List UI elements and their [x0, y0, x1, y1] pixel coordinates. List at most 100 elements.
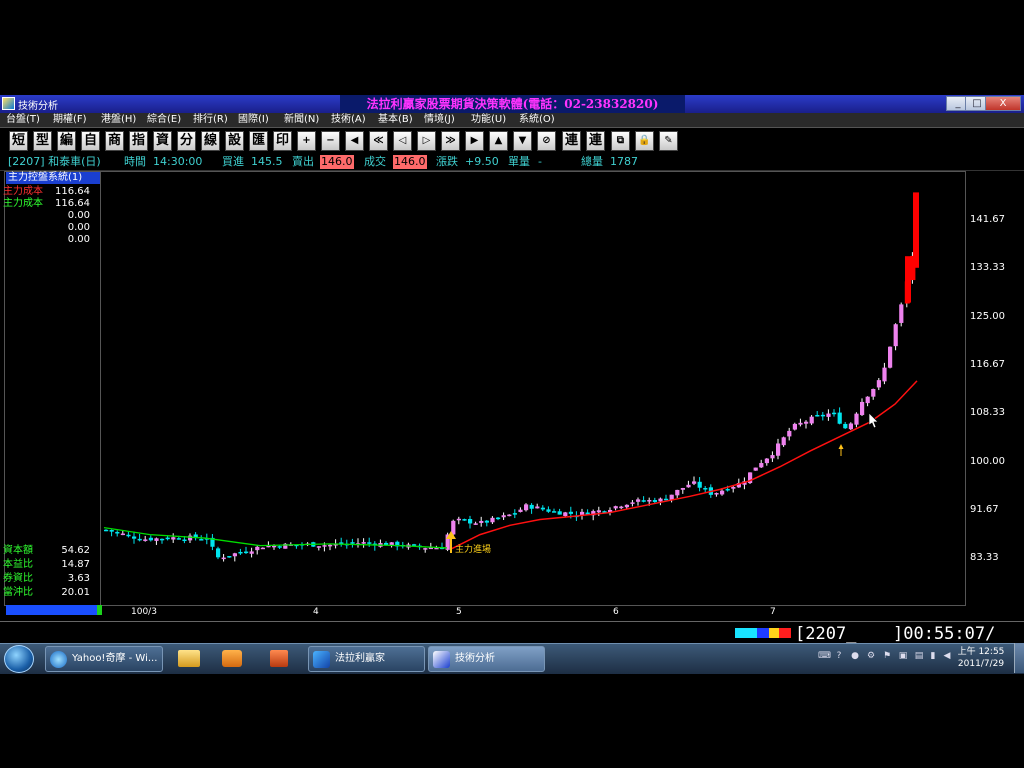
- status-led-yellow: [769, 628, 779, 638]
- tool-icon[interactable]: ✎: [659, 131, 678, 151]
- fast-right-button[interactable]: ≫: [441, 131, 460, 151]
- ask-label: 賣出: [292, 155, 314, 168]
- window-title: 技術分析: [18, 101, 58, 112]
- menu-item-options[interactable]: 期權(F): [53, 113, 87, 127]
- tray-app-icon[interactable]: ●: [850, 651, 860, 661]
- menu-item-hk[interactable]: 港盤(H): [101, 113, 136, 127]
- data-button[interactable]: 資: [153, 131, 172, 151]
- settings-tray-icon[interactable]: ⚙: [866, 651, 876, 661]
- fast-left-button[interactable]: ≪: [369, 131, 388, 151]
- keyboard-icon[interactable]: ⌨: [818, 651, 831, 661]
- pin-app[interactable]: [262, 647, 296, 671]
- bid-value: 145.5: [251, 155, 283, 168]
- down-button[interactable]: ▼: [513, 131, 532, 151]
- menu-item-basic[interactable]: 基本(B): [378, 113, 413, 127]
- task-yahoo-browser[interactable]: Yahoo!奇摩 - Wi...: [45, 646, 163, 672]
- system-clock[interactable]: 上午 12:55 2011/7/29: [955, 646, 1007, 670]
- deal-label: 成交: [364, 155, 386, 168]
- zoom-in-button[interactable]: +: [297, 131, 316, 151]
- step-left-button[interactable]: ◁: [393, 131, 412, 151]
- task-label: 法拉利贏家: [335, 653, 385, 664]
- stock-name[interactable]: [2207] 和泰車(日): [8, 155, 101, 169]
- deal-value: 146.0: [393, 155, 427, 169]
- ie-icon: [50, 651, 67, 668]
- change-label: 漲跌: [436, 155, 458, 168]
- cancel-button[interactable]: ⊘: [537, 131, 556, 151]
- indicator-button[interactable]: 指: [129, 131, 148, 151]
- scroll-indicator[interactable]: [6, 605, 102, 615]
- zoom-out-button[interactable]: −: [321, 131, 340, 151]
- line-button[interactable]: 線: [201, 131, 220, 151]
- custom-button[interactable]: 自: [81, 131, 100, 151]
- menu-item-news[interactable]: 新聞(N): [284, 113, 319, 127]
- help-icon[interactable]: ?: [834, 651, 844, 661]
- minute-button[interactable]: 分: [177, 131, 196, 151]
- link-button[interactable]: 連: [562, 131, 581, 151]
- y-tick-label: 91.67: [970, 504, 999, 515]
- volume-icon[interactable]: ◀: [942, 651, 952, 661]
- task-ferrari-winner[interactable]: 法拉利贏家: [308, 646, 425, 672]
- lock-icon[interactable]: 🔒: [635, 131, 654, 151]
- flag-icon[interactable]: ⚑: [882, 651, 892, 661]
- menu-item-ranking[interactable]: 排行(R): [193, 113, 228, 127]
- show-desktop-button[interactable]: [1014, 643, 1024, 673]
- stat-label: 券資比: [3, 573, 33, 584]
- status-led-blue: [757, 628, 769, 638]
- tray-device-icon[interactable]: ▣: [898, 651, 908, 661]
- folder-icon: [178, 650, 200, 667]
- pin-explorer[interactable]: [172, 647, 206, 671]
- y-tick-label: 100.00: [970, 456, 1005, 467]
- toolbar: 短 型 編 自 商 指 資 分 線 設 匯 印 + − ◀ ≪ ◁ ▷ ≫ ▶ …: [0, 128, 1024, 154]
- pin-media[interactable]: [215, 647, 249, 671]
- tray-monitor-icon[interactable]: ▤: [914, 651, 924, 661]
- scroll-right-button[interactable]: ▶: [465, 131, 484, 151]
- x-tick-label: 5: [456, 607, 462, 617]
- indicator-row-label: 主力成本: [3, 198, 43, 209]
- x-tick-label: 6: [613, 607, 619, 617]
- menu-item-tech[interactable]: 技術(A): [331, 113, 366, 127]
- menu-item-composite[interactable]: 綜合(E): [147, 113, 181, 127]
- indicator-row-value: 0.00: [67, 210, 90, 221]
- settings-button[interactable]: 設: [225, 131, 244, 151]
- task-tech-analysis[interactable]: 技術分析: [428, 646, 545, 672]
- indicator-row-value: 0.00: [67, 222, 90, 233]
- app-icon: [2, 97, 15, 110]
- time-label: 時間: [124, 155, 146, 168]
- menu-item-function[interactable]: 功能(U): [471, 113, 506, 127]
- indicator-title[interactable]: 主力控盤系統(1): [6, 172, 100, 184]
- window-icon[interactable]: ⧉: [611, 131, 630, 151]
- stat-label: 資本額: [3, 545, 33, 556]
- print-button[interactable]: 印: [273, 131, 292, 151]
- pattern-button[interactable]: 型: [33, 131, 52, 151]
- tech-analysis-icon: [433, 651, 450, 668]
- y-tick-label: 141.67: [970, 214, 1005, 225]
- close-button[interactable]: X: [985, 96, 1021, 111]
- y-tick-label: 125.00: [970, 311, 1005, 322]
- link-alt-button[interactable]: 連: [586, 131, 605, 151]
- stat-row: 券資比 3.63: [3, 573, 95, 585]
- up-button[interactable]: ▲: [489, 131, 508, 151]
- chart-area[interactable]: [4, 171, 966, 606]
- edit-button[interactable]: 編: [57, 131, 76, 151]
- window-titlebar[interactable]: 技術分析 法拉利贏家股票期貨決策軟體(電話：02-23832820) _ □ X: [0, 95, 1024, 113]
- menu-item-scenario[interactable]: 情境(J): [424, 113, 455, 127]
- menu-item-system[interactable]: 系統(O): [519, 113, 555, 127]
- y-tick-label: 83.33: [970, 552, 999, 563]
- short-button[interactable]: 短: [9, 131, 28, 151]
- bid-label: 買進: [222, 155, 244, 168]
- export-button[interactable]: 匯: [249, 131, 268, 151]
- clock-time: 上午 12:55: [957, 647, 1005, 657]
- network-icon[interactable]: ▮: [928, 651, 938, 661]
- scroll-thumb[interactable]: [97, 605, 102, 615]
- stat-value: 14.87: [61, 559, 90, 570]
- menu-item-taipan[interactable]: 台盤(T): [6, 113, 40, 127]
- menu-item-intl[interactable]: 國際(I): [238, 113, 269, 127]
- product-button[interactable]: 商: [105, 131, 124, 151]
- scroll-left-button[interactable]: ◀: [345, 131, 364, 151]
- status-clock: ]00:55:07/: [893, 624, 996, 644]
- start-button[interactable]: [4, 645, 34, 673]
- step-right-button[interactable]: ▷: [417, 131, 436, 151]
- app-pin-icon: [270, 650, 288, 667]
- menu-bar: 台盤(T) 期權(F) 港盤(H) 綜合(E) 排行(R) 國際(I) 新聞(N…: [0, 113, 1024, 128]
- x-tick-label: 100/3: [131, 607, 157, 617]
